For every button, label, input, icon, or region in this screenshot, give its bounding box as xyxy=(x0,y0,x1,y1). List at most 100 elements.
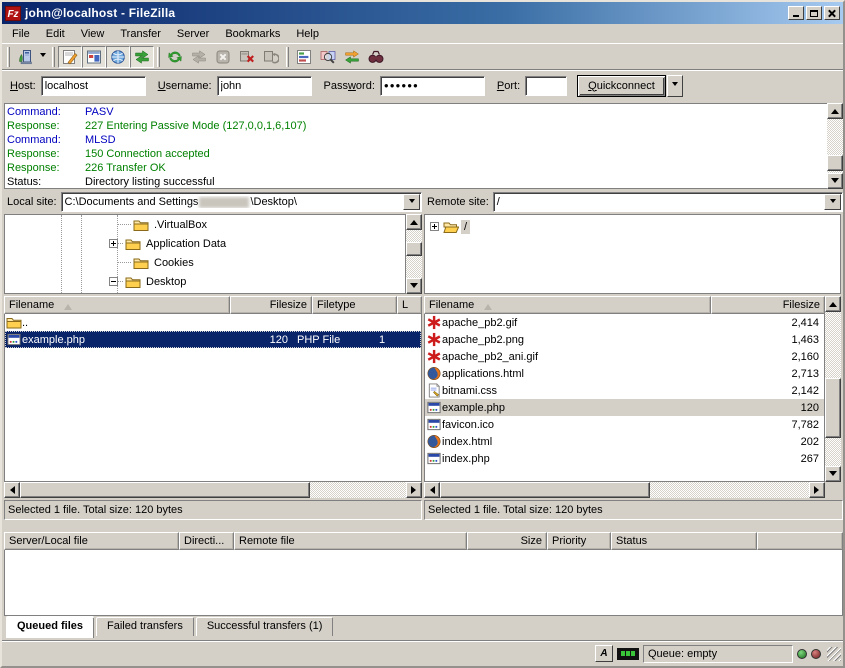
scroll-thumb[interactable] xyxy=(825,378,841,438)
menu-edit[interactable]: Edit xyxy=(38,26,73,42)
column-header-filename[interactable]: Filename xyxy=(424,296,711,314)
username-input[interactable] xyxy=(217,76,312,96)
column-header-server-local-file[interactable]: Server/Local file xyxy=(4,532,179,550)
tab-failed-transfers[interactable]: Failed transfers xyxy=(96,617,194,636)
cancel-icon xyxy=(215,49,231,65)
scroll-left-button[interactable] xyxy=(4,482,20,498)
password-input[interactable] xyxy=(380,76,485,96)
tree-item-application-data[interactable]: Application Data xyxy=(109,234,229,253)
tree-item-root[interactable]: / xyxy=(430,217,470,236)
disconnect-button[interactable] xyxy=(235,46,259,68)
local-tree-scrollbar[interactable] xyxy=(406,214,422,294)
refresh-button[interactable] xyxy=(163,46,187,68)
host-input[interactable] xyxy=(41,76,146,96)
menu-file[interactable]: File xyxy=(4,26,38,42)
queue-status-text: Queue: empty xyxy=(643,645,793,663)
toggle-remote-tree-button[interactable] xyxy=(106,46,130,68)
scroll-thumb[interactable] xyxy=(20,482,310,498)
combo-dropdown-button[interactable] xyxy=(824,194,841,210)
menu-view[interactable]: View xyxy=(73,26,113,42)
column-header-remote-file[interactable]: Remote file xyxy=(234,532,467,550)
local-file-row-example-php[interactable]: example.php 120 PHP File 1 xyxy=(5,331,421,348)
column-header-modified[interactable]: L xyxy=(397,296,422,314)
scroll-up-button[interactable] xyxy=(827,103,843,119)
remote-file-row[interactable]: index.html 202 xyxy=(425,433,824,450)
status-bar: A Queue: empty xyxy=(2,640,843,666)
remote-file-row[interactable]: bitnami.css 2,142 xyxy=(425,382,824,399)
port-input[interactable] xyxy=(525,76,567,96)
remote-file-row[interactable]: apache_pb2.png 1,463 xyxy=(425,331,824,348)
expand-icon[interactable] xyxy=(109,239,118,248)
scroll-right-button[interactable] xyxy=(406,482,422,498)
transfer-type-icon[interactable]: A xyxy=(595,645,613,662)
column-header-direction[interactable]: Directi... xyxy=(179,532,234,550)
remote-file-row[interactable]: favicon.ico 7,782 xyxy=(425,416,824,433)
synchronized-browsing-button[interactable] xyxy=(340,46,364,68)
local-hscrollbar[interactable] xyxy=(4,482,422,498)
toggle-local-tree-button[interactable] xyxy=(82,46,106,68)
tab-successful-transfers[interactable]: Successful transfers (1) xyxy=(196,617,334,636)
remote-file-row[interactable]: apache_pb2_ani.gif 2,160 xyxy=(425,348,824,365)
remote-site-combo[interactable]: / xyxy=(493,192,843,212)
remote-file-list: apache_pb2.gif 2,414 apache_pb2.png 1,46… xyxy=(424,314,825,482)
local-file-row-updir[interactable]: .. xyxy=(5,314,421,331)
host-label: Host: xyxy=(10,80,36,92)
quickconnect-button[interactable]: Quickconnect xyxy=(577,75,666,97)
find-files-button[interactable] xyxy=(364,46,388,68)
collapse-icon[interactable] xyxy=(109,277,118,286)
toggle-queue-button[interactable] xyxy=(130,46,154,68)
column-header-filetype[interactable]: Filetype xyxy=(312,296,397,314)
username-label: Username: xyxy=(158,80,212,92)
directory-comparison-button[interactable] xyxy=(316,46,340,68)
menu-transfer[interactable]: Transfer xyxy=(112,26,169,42)
scroll-thumb[interactable] xyxy=(827,155,843,171)
menu-server[interactable]: Server xyxy=(169,26,217,42)
column-header-filesize[interactable]: Filesize xyxy=(230,296,312,314)
firefox-html-icon xyxy=(425,434,442,449)
toggle-message-log-button[interactable] xyxy=(58,46,82,68)
scroll-thumb[interactable] xyxy=(440,482,650,498)
menu-help[interactable]: Help xyxy=(288,26,327,42)
column-header-status[interactable]: Status xyxy=(611,532,757,550)
remote-file-row[interactable]: apache_pb2.gif 2,414 xyxy=(425,314,824,331)
tree-item-virtualbox[interactable]: .VirtualBox xyxy=(117,215,210,234)
local-site-label: Local site: xyxy=(4,196,61,208)
tab-queued-files[interactable]: Queued files xyxy=(6,617,94,638)
app-icon: Fz xyxy=(5,6,21,21)
combo-dropdown-button[interactable] xyxy=(403,194,420,210)
tree-item-desktop[interactable]: Desktop xyxy=(109,272,189,291)
log-scrollbar[interactable] xyxy=(827,103,843,189)
maximize-button[interactable] xyxy=(806,6,822,20)
minimize-button[interactable] xyxy=(788,6,804,20)
scroll-down-button[interactable] xyxy=(825,466,841,482)
menu-bookmarks[interactable]: Bookmarks xyxy=(217,26,288,42)
remote-list-scrollbar[interactable] xyxy=(825,296,841,482)
site-manager-button[interactable] xyxy=(13,46,37,68)
scroll-up-button[interactable] xyxy=(406,214,422,230)
column-header-size[interactable]: Size xyxy=(467,532,547,550)
remote-file-row[interactable]: applications.html 2,713 xyxy=(425,365,824,382)
expand-icon[interactable] xyxy=(430,222,439,231)
scroll-left-button[interactable] xyxy=(424,482,440,498)
queue-tabs: Queued files Failed transfers Successful… xyxy=(4,617,333,638)
close-button[interactable] xyxy=(824,6,840,20)
site-manager-dropdown[interactable] xyxy=(37,46,49,68)
resize-grip[interactable] xyxy=(827,647,841,661)
remote-hscrollbar[interactable] xyxy=(424,482,825,498)
remote-file-row[interactable]: index.php 267 xyxy=(425,450,824,467)
filter-button[interactable] xyxy=(292,46,316,68)
column-header-filesize[interactable]: Filesize xyxy=(711,296,825,314)
scroll-down-button[interactable] xyxy=(827,173,843,189)
remote-file-row-selected[interactable]: example.php 120 xyxy=(425,399,824,416)
scroll-thumb[interactable] xyxy=(406,242,422,256)
column-header-filename[interactable]: Filename xyxy=(4,296,230,314)
local-pane: Local site: C:\Documents and Settings\De… xyxy=(4,192,422,524)
scroll-up-button[interactable] xyxy=(825,296,841,312)
speed-limits-icon[interactable] xyxy=(617,648,639,660)
scroll-down-button[interactable] xyxy=(406,278,422,294)
tree-item-cookies[interactable]: Cookies xyxy=(117,253,197,272)
column-header-priority[interactable]: Priority xyxy=(547,532,611,550)
scroll-right-button[interactable] xyxy=(809,482,825,498)
quickconnect-dropdown[interactable] xyxy=(667,75,683,97)
local-site-combo[interactable]: C:\Documents and Settings\Desktop\ xyxy=(61,192,422,212)
